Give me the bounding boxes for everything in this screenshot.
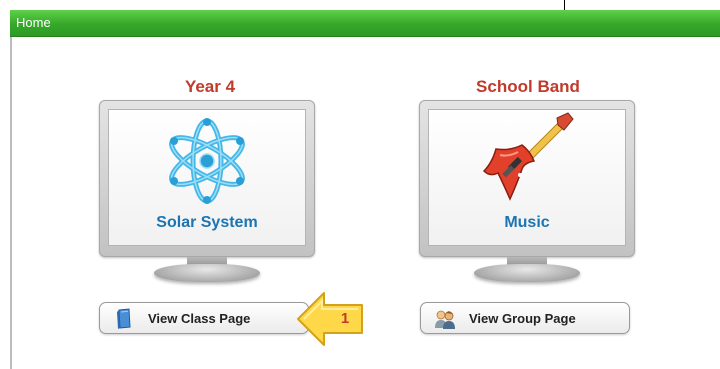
group-monitor[interactable]: Music <box>419 100 635 290</box>
atom-icon <box>169 118 245 204</box>
monitor-stand <box>154 264 260 282</box>
top-edge-mark <box>564 0 565 10</box>
monitor-bezel: Music <box>419 100 635 257</box>
monitor-stand <box>474 264 580 282</box>
group-title: School Band <box>476 77 580 96</box>
callout-number: 1 <box>340 310 350 327</box>
monitor-screen: Solar System <box>108 109 306 246</box>
people-icon <box>435 310 455 329</box>
guitar-icon <box>482 112 574 201</box>
screen-label: Solar System <box>156 214 258 231</box>
view-group-page-button[interactable]: View Group Page <box>420 302 630 334</box>
screen-label: Music <box>504 214 550 231</box>
class-title: Year 4 <box>184 77 236 96</box>
button-label: View Class Page <box>148 311 251 326</box>
top-strip <box>0 0 720 10</box>
button-label: View Group Page <box>469 311 576 326</box>
header-title[interactable]: Home <box>16 15 51 30</box>
class-monitor[interactable]: Solar System <box>99 100 315 290</box>
header-bar: Home <box>10 10 720 37</box>
monitor-bezel: Solar System <box>99 100 315 257</box>
monitor-screen: Music <box>428 109 626 246</box>
book-icon <box>117 308 131 329</box>
view-class-page-button[interactable]: View Class Page <box>99 302 309 334</box>
arrow-left-icon <box>297 292 363 346</box>
